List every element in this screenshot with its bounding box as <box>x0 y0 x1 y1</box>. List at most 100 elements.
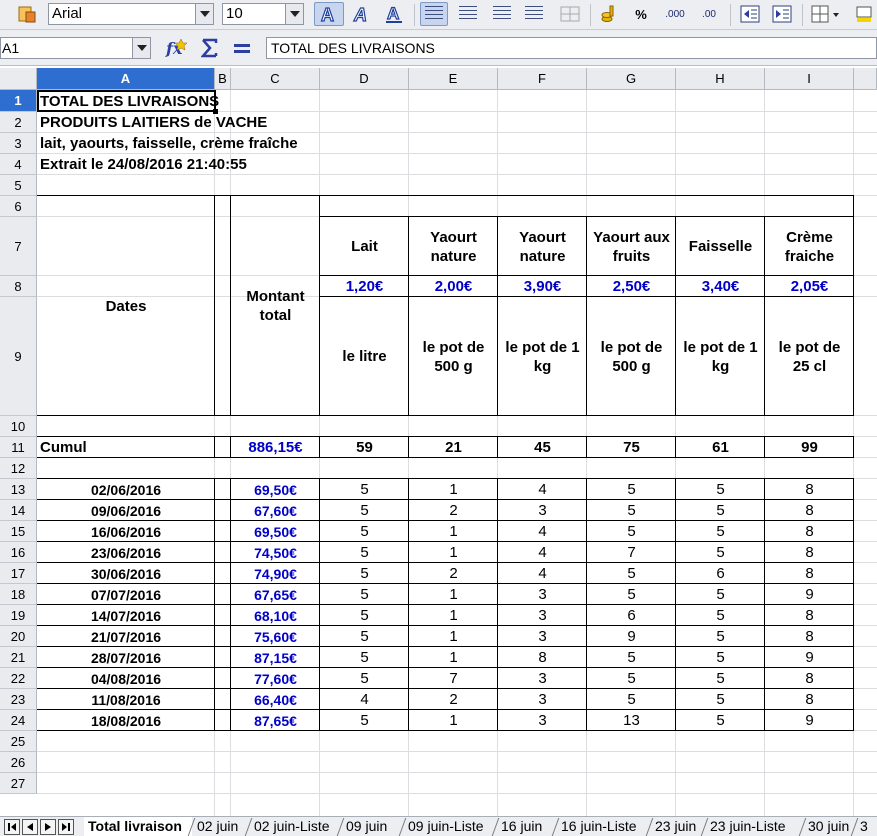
sheet-tab[interactable]: 30 juin <box>804 817 855 836</box>
borders-icon <box>811 5 839 23</box>
font-name-value: Arial <box>52 5 83 22</box>
sheet-tab[interactable]: 16 juin-Liste <box>557 817 650 836</box>
gridline <box>37 793 877 794</box>
row-header-16[interactable]: 16 <box>0 542 37 563</box>
chevron-down-icon[interactable] <box>285 4 303 24</box>
delivery-quantity: 5 <box>627 565 636 582</box>
delivery-quantity: 5 <box>360 712 369 729</box>
italic-button[interactable]: A <box>348 2 376 26</box>
sum-icon[interactable] <box>198 36 222 60</box>
delivery-quantity: 5 <box>360 586 369 603</box>
background-color-button[interactable] <box>852 2 876 26</box>
merge-cells-button[interactable] <box>556 2 584 26</box>
row-header-21[interactable]: 21 <box>0 647 37 668</box>
sheet-tab[interactable]: 02 juin <box>193 817 249 836</box>
percent-format-button[interactable]: % <box>628 2 654 26</box>
function-wizard-icon[interactable]: fx <box>164 36 190 60</box>
cell-border <box>497 216 498 415</box>
row-header-24[interactable]: 24 <box>0 710 37 731</box>
row-header-12[interactable]: 12 <box>0 458 37 479</box>
cell-border <box>320 296 854 297</box>
currency-format-button[interactable] <box>596 2 622 26</box>
chevron-down-icon[interactable] <box>132 38 150 58</box>
borders-button[interactable] <box>808 2 844 26</box>
fill-handle[interactable] <box>213 109 218 114</box>
row-header-17[interactable]: 17 <box>0 563 37 584</box>
column-header-b[interactable]: B <box>215 68 231 90</box>
previous-sheet-button[interactable] <box>22 819 38 835</box>
sheet-tab[interactable]: 09 juin-Liste <box>404 817 496 836</box>
row-header-4[interactable]: 4 <box>0 154 37 175</box>
delivery-quantity: 1 <box>449 649 458 666</box>
column-header-c[interactable]: C <box>231 68 320 90</box>
row-header-3[interactable]: 3 <box>0 133 37 154</box>
column-header-i[interactable]: I <box>765 68 854 90</box>
row-header-19[interactable]: 19 <box>0 605 37 626</box>
formula-input[interactable]: TOTAL DES LIVRAISONS <box>266 37 877 59</box>
row-header-26[interactable]: 26 <box>0 752 37 773</box>
row-header-10[interactable]: 10 <box>0 416 37 437</box>
delivery-quantity: 8 <box>805 481 814 498</box>
row-header-14[interactable]: 14 <box>0 500 37 521</box>
sheet-tab[interactable]: Total livraison <box>84 817 192 836</box>
align-left-button[interactable] <box>420 2 448 26</box>
align-right-button[interactable] <box>488 2 516 26</box>
column-header-e[interactable]: E <box>409 68 498 90</box>
next-sheet-button[interactable] <box>40 819 56 835</box>
sheet-tab[interactable]: 23 juin-Liste <box>706 817 803 836</box>
increase-indent-button[interactable] <box>768 2 796 26</box>
row-header-25[interactable]: 25 <box>0 731 37 752</box>
delivery-total: 69,50€ <box>254 481 297 498</box>
justify-button[interactable] <box>520 2 548 26</box>
sheet-tab[interactable]: 23 juin <box>651 817 705 836</box>
name-box[interactable]: A1 <box>0 37 151 59</box>
row-header-15[interactable]: 15 <box>0 521 37 542</box>
row-header-9[interactable]: 9 <box>0 297 37 416</box>
sheet-tab[interactable]: 09 juin <box>342 817 403 836</box>
row-header-23[interactable]: 23 <box>0 689 37 710</box>
bold-button[interactable]: A <box>314 2 344 26</box>
formula-equals-icon[interactable] <box>230 36 254 60</box>
column-header-f[interactable]: F <box>498 68 587 90</box>
row-header-2[interactable]: 2 <box>0 112 37 133</box>
column-header-g[interactable]: G <box>587 68 676 90</box>
row-header-13[interactable]: 13 <box>0 479 37 500</box>
sheet-tab[interactable]: 16 juin <box>497 817 556 836</box>
row-header-6[interactable]: 6 <box>0 196 37 217</box>
row-header-1[interactable]: 1 <box>0 90 37 112</box>
add-decimal-button[interactable]: .000 <box>660 2 690 26</box>
column-header-h[interactable]: H <box>676 68 765 90</box>
cell-border <box>37 478 854 479</box>
cell-grid[interactable]: TOTAL DES LIVRAISONS PRODUITS LAITIERS de… <box>37 90 877 816</box>
row-header-8[interactable]: 8 <box>0 276 37 297</box>
row-header-27[interactable]: 27 <box>0 773 37 794</box>
row-header-7[interactable]: 7 <box>0 217 37 276</box>
sheet-tab[interactable]: 02 juin-Liste <box>250 817 341 836</box>
row-header-18[interactable]: 18 <box>0 584 37 605</box>
sheet-tab[interactable]: 3 <box>856 817 877 836</box>
column-header-a[interactable]: A <box>37 68 215 90</box>
last-sheet-button[interactable] <box>58 819 74 835</box>
chevron-down-icon[interactable] <box>195 4 213 24</box>
gridline <box>37 751 877 752</box>
font-size-combobox[interactable]: 10 <box>222 3 304 25</box>
row-header-22[interactable]: 22 <box>0 668 37 689</box>
toolbar-separator <box>590 4 591 26</box>
align-center-button[interactable] <box>454 2 482 26</box>
row-header-11[interactable]: 11 <box>0 437 37 458</box>
cell-border <box>37 436 854 437</box>
styles-icon[interactable] <box>14 2 40 26</box>
remove-decimal-button[interactable]: .00 <box>694 2 724 26</box>
cell-border <box>319 478 320 731</box>
increase-indent-icon <box>772 5 792 23</box>
row-header-20[interactable]: 20 <box>0 626 37 647</box>
underline-button[interactable]: A <box>380 2 408 26</box>
first-sheet-button[interactable] <box>4 819 20 835</box>
row-header-5[interactable]: 5 <box>0 175 37 196</box>
column-header-extra[interactable] <box>854 68 877 90</box>
column-header-d[interactable]: D <box>320 68 409 90</box>
delivery-date: 16/06/2016 <box>90 523 162 540</box>
select-all-corner[interactable] <box>0 68 37 90</box>
decrease-indent-button[interactable] <box>736 2 764 26</box>
font-name-combobox[interactable]: Arial <box>48 3 214 25</box>
